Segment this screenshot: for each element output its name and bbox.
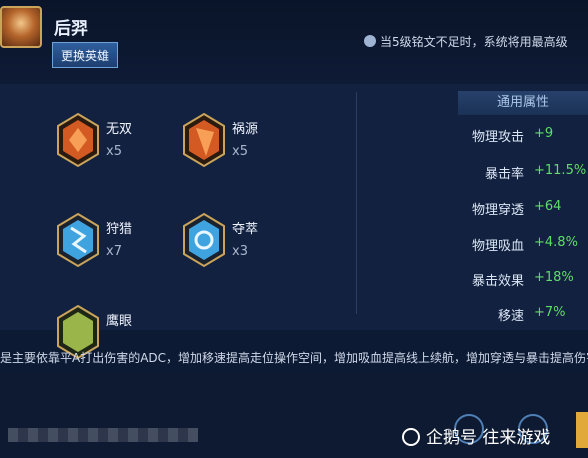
attribute-value: +7% [534, 305, 566, 320]
attribute-label: 暴击率 [484, 167, 524, 182]
rune-count: x5 [232, 144, 248, 159]
attribute-value: +64 [534, 199, 562, 214]
attributes-header: 通用属性 [458, 91, 588, 115]
rune-count: x5 [106, 144, 122, 159]
watermark-text: 企鹅号 往来游戏 [426, 428, 551, 448]
rune-shoulie-icon [57, 212, 99, 268]
rune-count: x7 [106, 244, 122, 259]
rune-name: 狩猎 [106, 222, 133, 237]
rune-name: 鹰眼 [106, 314, 133, 329]
rune-name: 无双 [106, 122, 133, 137]
attribute-label: 物理吸血 [471, 239, 524, 254]
hint-icon [364, 35, 376, 47]
watermark-logo-icon [402, 428, 420, 446]
watermark: 企鹅号 往来游戏 [402, 423, 550, 448]
attribute-label: 物理攻击 [471, 130, 524, 145]
attribute-value: +11.5% [534, 163, 587, 178]
attribute-value: +9 [534, 126, 554, 141]
attribute-label: 物理穿透 [471, 203, 524, 218]
side-tab[interactable] [576, 412, 588, 448]
hero-name: 后羿 [54, 19, 88, 39]
rune-name: 夺萃 [232, 222, 259, 237]
rune-count: x3 [232, 244, 248, 259]
attribute-label: 移速 [497, 309, 524, 324]
notice: 当5级铭文不足时，系统将用最高级 [364, 33, 568, 50]
attribute-value: +4.8% [534, 235, 578, 250]
rune-duocui-icon [183, 212, 225, 268]
rune-name: 祸源 [232, 122, 259, 137]
top-bar: 后羿 更换英雄 当5级铭文不足时，系统将用最高级 [0, 0, 588, 84]
rune-huoyuan-icon [183, 112, 225, 168]
rune-wushuang-icon [57, 112, 99, 168]
hero-avatar[interactable] [0, 6, 42, 48]
attribute-label: 暴击效果 [471, 274, 524, 289]
notice-text: 当5级铭文不足时，系统将用最高级 [380, 35, 568, 49]
change-hero-button[interactable]: 更换英雄 [52, 42, 118, 68]
panel-divider [356, 92, 357, 314]
attribute-value: +18% [534, 270, 574, 285]
recommendation-description: 是主要依靠平A打出伤害的ADC，增加移速提高走位操作空间，增加吸血提高线上续航，… [0, 351, 588, 365]
blurred-text [8, 428, 198, 442]
